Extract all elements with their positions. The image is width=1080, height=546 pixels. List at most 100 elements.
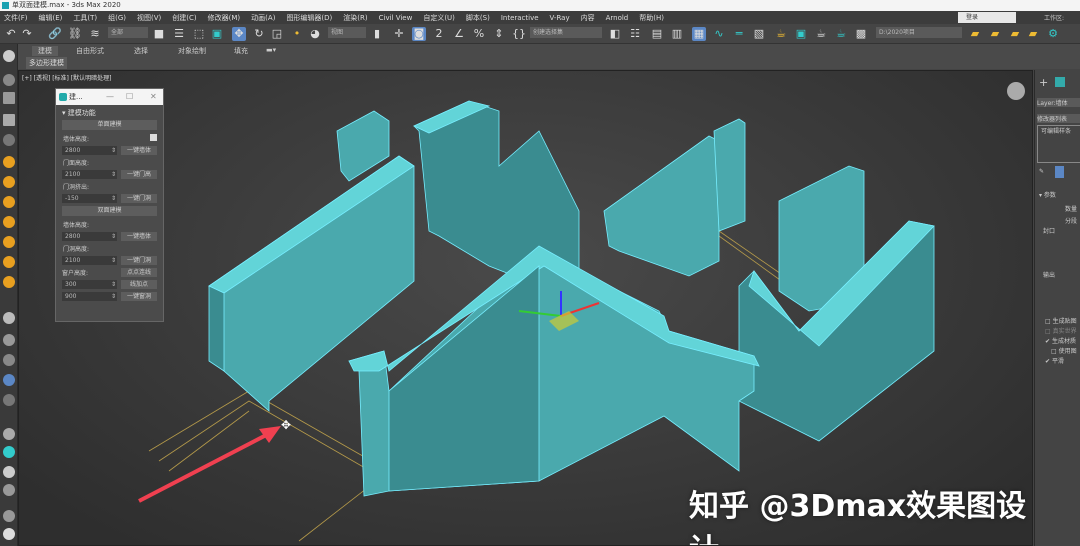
real-world-checkbox[interactable]: □ 真实世界 bbox=[1045, 326, 1077, 335]
layer-field[interactable]: Layer:墙体 bbox=[1037, 98, 1080, 107]
scene-explorer-icon[interactable]: ▤ bbox=[650, 27, 664, 41]
scale-icon[interactable]: ◲ bbox=[270, 27, 284, 41]
new-project-icon[interactable]: ▰ bbox=[1008, 27, 1022, 41]
one-click-wall-button[interactable]: 一键墙体 bbox=[121, 145, 157, 155]
select-place-icon[interactable]: • bbox=[290, 27, 304, 41]
project-path-dropdown[interactable]: D:\2020项目 bbox=[876, 27, 962, 38]
menu-vray[interactable]: V-Ray bbox=[550, 14, 570, 22]
ref-coord-dropdown[interactable]: 视图 bbox=[328, 27, 366, 38]
pivot-icon[interactable]: ◕ bbox=[308, 27, 322, 41]
percent-snap-icon[interactable]: % bbox=[472, 27, 486, 41]
window-crossing-icon[interactable]: ▣ bbox=[210, 27, 224, 41]
spotlight-icon[interactable] bbox=[3, 156, 15, 168]
multi-material-icon[interactable] bbox=[3, 446, 15, 458]
render-frame-icon[interactable]: ▣ bbox=[794, 27, 808, 41]
single-wall-height-spinner[interactable]: 2800 bbox=[62, 145, 117, 155]
single-door-height-spinner[interactable]: 2100 bbox=[62, 169, 117, 179]
section-header[interactable]: ▾ 建模功能 bbox=[56, 105, 163, 118]
curve-editor-icon[interactable]: ∿ bbox=[712, 27, 726, 41]
menu-tools[interactable]: 工具(T) bbox=[73, 13, 97, 23]
unlink-icon[interactable]: ⛓ bbox=[68, 27, 82, 41]
video-icon[interactable] bbox=[3, 134, 15, 146]
window-height-spinner[interactable]: 900 bbox=[62, 291, 117, 301]
burst-light-icon[interactable] bbox=[3, 276, 15, 288]
viewport-labels[interactable]: [+] [透视] [标准] [默认明暗处理] bbox=[22, 73, 111, 82]
mirror-tool-icon[interactable]: ◧ bbox=[608, 27, 622, 41]
schematic-view-icon[interactable]: ═ bbox=[732, 27, 746, 41]
menu-views[interactable]: 视图(V) bbox=[137, 13, 161, 23]
show-end-result-icon[interactable] bbox=[1055, 166, 1064, 178]
one-click-door-height-button[interactable]: 一键门高 bbox=[121, 169, 157, 179]
double-face-modeling-button[interactable]: 双面建模 bbox=[62, 206, 157, 216]
bind-spacewarp-icon[interactable]: ≋ bbox=[88, 27, 102, 41]
layer-explorer-icon[interactable]: ▥ bbox=[670, 27, 684, 41]
pin-stack-icon[interactable]: ✎ bbox=[1039, 168, 1044, 175]
gen-mat-checkbox[interactable]: ✔ 生成材质 bbox=[1045, 336, 1076, 345]
ribbon-tab-selection[interactable]: 选择 bbox=[134, 46, 148, 56]
double-wall-height-spinner[interactable]: 2800 bbox=[62, 231, 117, 241]
ribbon-tab-populate[interactable]: 填充 bbox=[234, 46, 248, 56]
rotate-icon[interactable]: ↻ bbox=[252, 27, 266, 41]
single-face-modeling-button[interactable]: 单面建模 bbox=[62, 120, 157, 130]
move-icon[interactable]: ✥ bbox=[232, 27, 246, 41]
menu-customize[interactable]: 自定义(U) bbox=[423, 13, 455, 23]
ribbon-tab-freeform[interactable]: 自由形式 bbox=[76, 46, 104, 56]
select-by-name-icon[interactable]: ☰ bbox=[172, 27, 186, 41]
sphere-icon[interactable] bbox=[3, 74, 15, 86]
perspective-viewport[interactable]: [+] [透视] [标准] [默认明暗处理] ✥ 知乎 @3Dmax效果图设计 bbox=[18, 70, 1033, 546]
close-button[interactable]: ✕ bbox=[150, 89, 157, 105]
menu-create[interactable]: 创建(C) bbox=[172, 13, 196, 23]
hemisphere-icon[interactable] bbox=[3, 334, 15, 346]
material-ball-icon[interactable] bbox=[3, 428, 15, 440]
dots-icon[interactable] bbox=[3, 466, 15, 478]
list-icon[interactable] bbox=[3, 114, 15, 126]
render-icon[interactable]: ☕ bbox=[814, 27, 828, 41]
redo-icon[interactable]: ↷ bbox=[20, 27, 34, 41]
menu-animation[interactable]: 动画(A) bbox=[251, 13, 275, 23]
spinner-snap-icon[interactable]: ⇕ bbox=[492, 27, 506, 41]
layers-icon[interactable] bbox=[3, 484, 15, 496]
link-icon[interactable]: 🔗 bbox=[48, 27, 62, 41]
connect-points-button[interactable]: 点点连线 bbox=[121, 267, 157, 277]
lamp-icon[interactable] bbox=[3, 236, 15, 248]
window-sill-spinner[interactable]: 300 bbox=[62, 279, 117, 289]
snap-toggle-icon[interactable]: ◙ bbox=[412, 27, 426, 41]
use-id-checkbox[interactable]: □ 使用图 bbox=[1051, 346, 1077, 355]
menu-modifiers[interactable]: 修改器(M) bbox=[208, 13, 241, 23]
menu-arnold[interactable]: Arnold bbox=[606, 14, 629, 22]
menu-interactive[interactable]: Interactive bbox=[501, 14, 539, 22]
project-settings-icon[interactable]: ▰ bbox=[1026, 27, 1040, 41]
dome-light-icon[interactable] bbox=[3, 176, 15, 188]
selection-filter-dropdown[interactable]: 全部 bbox=[108, 27, 148, 38]
cone-icon[interactable] bbox=[3, 354, 15, 366]
copy-icon[interactable] bbox=[3, 510, 15, 522]
rect-selection-icon[interactable]: ⬚ bbox=[192, 27, 206, 41]
render-gallery-icon[interactable]: ▩ bbox=[854, 27, 868, 41]
omni-light-icon[interactable] bbox=[3, 216, 15, 228]
sky-light-icon[interactable] bbox=[3, 256, 15, 268]
menu-graph-editors[interactable]: 图形编辑器(D) bbox=[286, 13, 332, 23]
grid-icon[interactable] bbox=[3, 374, 15, 386]
stack-item[interactable]: 可编辑样条 bbox=[1041, 128, 1071, 135]
undo-icon[interactable]: ↶ bbox=[4, 27, 18, 41]
render-setup-icon[interactable]: ☕ bbox=[774, 27, 788, 41]
wall-right-back[interactable] bbox=[603, 135, 720, 277]
gen-map-checkbox[interactable]: □ 生成贴图 bbox=[1045, 316, 1077, 325]
align-icon[interactable]: ✛ bbox=[392, 27, 406, 41]
align-tool-icon[interactable]: ☷ bbox=[628, 27, 642, 41]
mirror-icon[interactable]: ▮ bbox=[370, 27, 384, 41]
material-editor-icon[interactable]: ▧ bbox=[752, 27, 766, 41]
checkbox[interactable] bbox=[150, 134, 157, 141]
modifier-stack[interactable]: 可编辑样条 bbox=[1037, 125, 1080, 163]
smooth-checkbox[interactable]: ✔ 平滑 bbox=[1045, 356, 1064, 365]
box-icon[interactable] bbox=[3, 312, 15, 324]
toggle-ribbon-icon[interactable]: ▦ bbox=[692, 27, 706, 41]
edit-named-sets-icon[interactable]: {} bbox=[512, 27, 526, 41]
modify-tab-icon[interactable] bbox=[1055, 77, 1065, 87]
parameters-rollout[interactable]: ▾ 参数 bbox=[1039, 190, 1056, 199]
menu-civil-view[interactable]: Civil View bbox=[379, 14, 413, 22]
teapot-icon[interactable] bbox=[3, 50, 15, 62]
menu-content[interactable]: 内容 bbox=[581, 13, 595, 23]
ribbon-options-icon[interactable]: ▬▾ bbox=[266, 46, 276, 54]
one-click-door-hole-button-2[interactable]: 一键门洞 bbox=[121, 255, 157, 265]
